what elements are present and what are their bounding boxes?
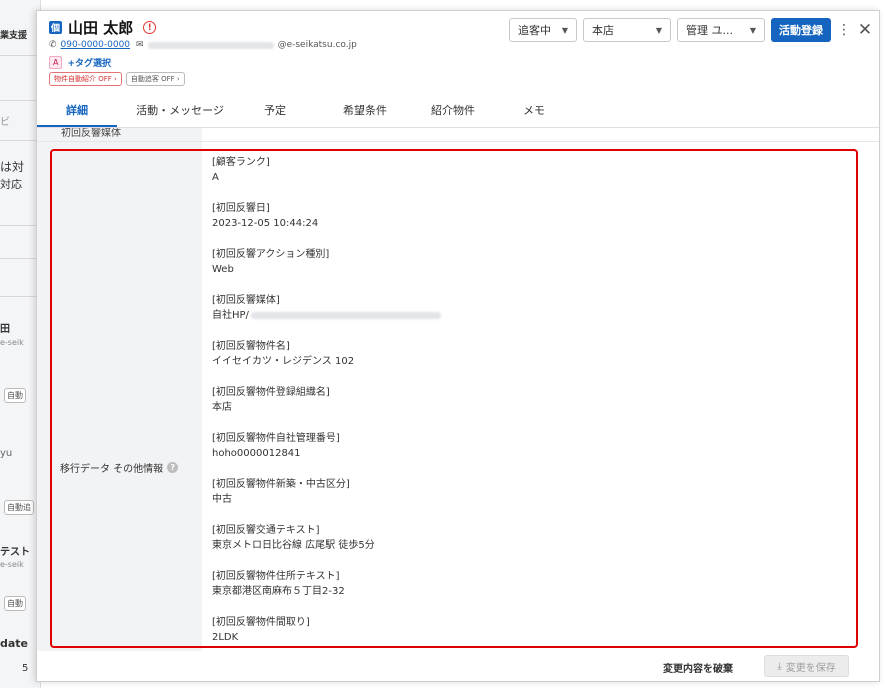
background-page: 業支援 ビ は対 対応 田 e-seik 自動 yu 自動追 テスト e-sei… (0, 0, 41, 688)
chevron-right-icon: › (176, 75, 180, 83)
background-fragment: e-seik (0, 560, 24, 569)
email-domain[interactable]: @e-seikatsu.co.jp (278, 40, 357, 50)
background-fragment: 5 (22, 663, 29, 674)
background-fragment: テスト (0, 547, 30, 558)
background-fragment: は対 (0, 160, 25, 174)
more-menu-icon[interactable]: ⋮ (837, 22, 851, 38)
add-tag-button[interactable]: +タグ選択 (67, 56, 111, 69)
background-divider (0, 100, 40, 101)
tab-preferences[interactable]: 希望条件 (337, 101, 393, 125)
discard-changes-button[interactable]: 変更内容を破棄 (663, 660, 733, 675)
background-fragment: 田 (0, 324, 10, 335)
rank-tag[interactable]: A (49, 56, 63, 69)
detail-tabs: 詳細 活動・メッセージ 予定 希望条件 紹介物件 メモ (37, 101, 879, 128)
chevron-down-icon: ▼ (561, 25, 568, 35)
previous-field-label: 初回反響媒体 (61, 128, 121, 139)
branch-value: 本店 (592, 24, 614, 37)
save-changes-button[interactable]: ⤓ 変更を保存 (764, 655, 849, 677)
download-icon: ⤓ (777, 660, 782, 672)
background-fragment: ビ (0, 117, 10, 128)
background-divider (0, 296, 40, 297)
background-chip: 自動 (4, 596, 26, 611)
tab-details[interactable]: 詳細 (37, 101, 117, 127)
register-activity-button[interactable]: 活動登録 (771, 18, 831, 42)
manager-select[interactable]: 管理 ユ... ▼ (677, 18, 765, 42)
background-fragment: date (0, 637, 29, 650)
phone-icon: ✆ (49, 40, 57, 50)
mail-icon: ✉ (136, 40, 144, 50)
tag-row: A +タグ選択 (49, 56, 111, 69)
auto-follow-toggle[interactable]: 自動追客 OFF › (125, 72, 185, 86)
customer-name-row: 個 山田 太郎 ! (49, 17, 157, 38)
background-fragment: 対応 (0, 178, 22, 191)
field-divider (37, 141, 879, 142)
customer-detail-panel: 個 山田 太郎 ! ✆ 090-0000-0000 ✉ @e-seikatsu.… (36, 10, 880, 682)
background-divider (0, 258, 40, 259)
email-redacted (147, 41, 274, 49)
background-divider (0, 55, 40, 56)
background-divider (0, 140, 40, 141)
background-chip: 自動追 (4, 500, 34, 515)
header-actions: 追客中 ▼ 本店 ▼ 管理 ユ... ▼ 活動登録 ⋮ ✕ (509, 18, 873, 42)
background-fragment: 業支援 (0, 31, 28, 41)
tab-introduced-properties[interactable]: 紹介物件 (425, 101, 481, 125)
background-chip: 自動 (4, 388, 26, 403)
individual-badge: 個 (49, 21, 62, 34)
status-select[interactable]: 追客中 ▼ (509, 18, 577, 42)
save-label: 変更を保存 (785, 662, 836, 674)
close-icon[interactable]: ✕ (857, 20, 873, 40)
background-fragment: yu (0, 448, 13, 459)
contact-row: ✆ 090-0000-0000 ✉ @e-seikatsu.co.jp (49, 40, 357, 50)
auto-intro-toggle[interactable]: 物件自動紹介 OFF › (49, 72, 122, 86)
highlight-box (50, 149, 858, 648)
status-value: 追客中 (518, 24, 551, 37)
customer-header: 個 山田 太郎 ! ✆ 090-0000-0000 ✉ @e-seikatsu.… (37, 11, 879, 101)
customer-name: 山田 太郎 (68, 19, 134, 37)
footer-actions: 変更内容を破棄 ⤓ 変更を保存 (37, 651, 879, 681)
manager-value: 管理 ユ... (686, 24, 733, 37)
detail-body: 初回反響媒体 移行データ その他情報 ? [顧客ランク] A [初回反響日] 2… (37, 128, 879, 651)
warning-icon[interactable]: ! (143, 21, 157, 34)
automation-pills: 物件自動紹介 OFF › 自動追客 OFF › (49, 72, 185, 86)
branch-select[interactable]: 本店 ▼ (583, 18, 671, 42)
chevron-down-icon: ▼ (655, 25, 662, 35)
tab-memo[interactable]: メモ (519, 101, 549, 125)
background-fragment: e-seik (0, 338, 24, 347)
auto-intro-label: 物件自動紹介 OFF (54, 75, 112, 83)
tab-schedule[interactable]: 予定 (255, 101, 295, 125)
background-divider (0, 225, 40, 226)
chevron-right-icon: › (114, 75, 117, 83)
chevron-down-icon: ▼ (749, 25, 756, 35)
tab-activity-messages[interactable]: 活動・メッセージ (133, 101, 227, 125)
phone-link[interactable]: 090-0000-0000 (61, 40, 130, 50)
auto-follow-label: 自動追客 OFF (130, 75, 175, 83)
